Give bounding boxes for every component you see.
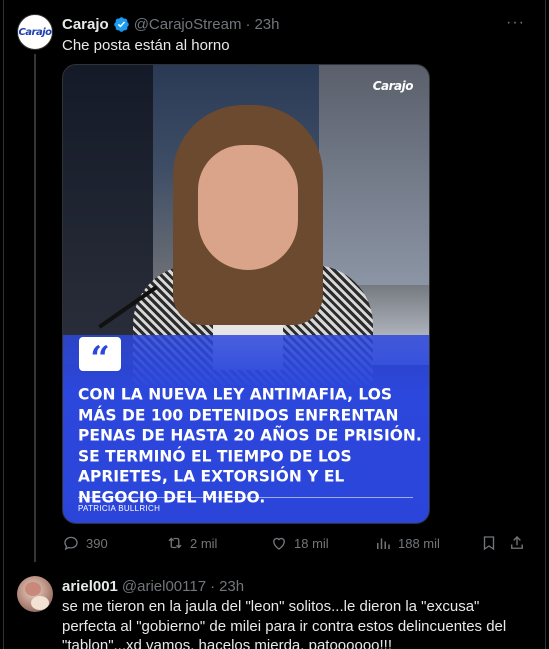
like-icon bbox=[273, 537, 285, 550]
quote-author: PATRICIA BULLRICH bbox=[78, 504, 161, 513]
like-count: 18 mil bbox=[294, 535, 329, 551]
photo-background bbox=[319, 65, 429, 285]
bookmark-icon bbox=[483, 536, 495, 551]
reply-header: ariel001 @ariel00117 · 23h bbox=[62, 576, 244, 596]
carajo-avatar[interactable]: Carajo bbox=[17, 14, 53, 50]
views-count: 188 mil bbox=[398, 535, 440, 551]
views-button[interactable]: 188 mil bbox=[374, 534, 440, 552]
thread-line bbox=[34, 54, 36, 562]
share-icon bbox=[511, 536, 523, 549]
bookmark-button[interactable] bbox=[480, 534, 498, 552]
views-icon bbox=[377, 538, 390, 549]
avatar-image bbox=[25, 582, 41, 596]
tweet-media[interactable]: Carajo “ CON LA NUEVA LEY ANTIMAFIA, LOS… bbox=[62, 64, 430, 524]
more-icon[interactable]: ··· bbox=[506, 14, 525, 32]
reply-author-name[interactable]: ariel001 bbox=[62, 578, 118, 595]
tweet-text: Che posta están al horno bbox=[62, 37, 230, 54]
separator-dot: · bbox=[245, 15, 251, 33]
timeline-column: Carajo Carajo @CarajoStream · 23h ··· Ch… bbox=[3, 0, 546, 649]
quote-divider bbox=[78, 497, 413, 498]
reply-author-handle[interactable]: @ariel00117 bbox=[122, 578, 206, 595]
avatar-image bbox=[31, 596, 49, 610]
separator-dot: · bbox=[210, 577, 216, 595]
verified-badge-icon bbox=[113, 16, 129, 32]
reply-button[interactable]: 390 bbox=[62, 534, 108, 552]
author-name[interactable]: Carajo bbox=[62, 16, 109, 33]
ariel-avatar[interactable] bbox=[17, 576, 53, 612]
tweet-time[interactable]: 23h bbox=[254, 16, 279, 33]
tweet-header: Carajo @CarajoStream · 23h ··· bbox=[62, 14, 525, 34]
reply-time[interactable]: 23h bbox=[219, 578, 244, 595]
share-button[interactable] bbox=[508, 534, 526, 552]
photo-person bbox=[198, 145, 298, 270]
reply-count: 390 bbox=[86, 535, 108, 551]
reply-icon bbox=[64, 536, 78, 551]
repost-button[interactable]: 2 mil bbox=[166, 534, 217, 552]
like-button[interactable]: 18 mil bbox=[270, 534, 329, 552]
reply-text: se me tieron en la jaula del "leon" soli… bbox=[62, 598, 507, 649]
tweet-actions: 390 2 mil 18 mil 188 mil bbox=[62, 534, 532, 554]
quote-icon: “ bbox=[79, 337, 121, 376]
carajo-logo: Carajo bbox=[18, 26, 52, 38]
photo bbox=[63, 65, 429, 385]
quote-text: CON LA NUEVA LEY ANTIMAFIA, LOS MÁS DE 1… bbox=[78, 385, 422, 507]
author-handle[interactable]: @CarajoStream bbox=[134, 16, 242, 33]
repost-icon bbox=[168, 537, 182, 549]
media-logo: Carajo bbox=[372, 79, 414, 93]
repost-count: 2 mil bbox=[190, 535, 218, 551]
